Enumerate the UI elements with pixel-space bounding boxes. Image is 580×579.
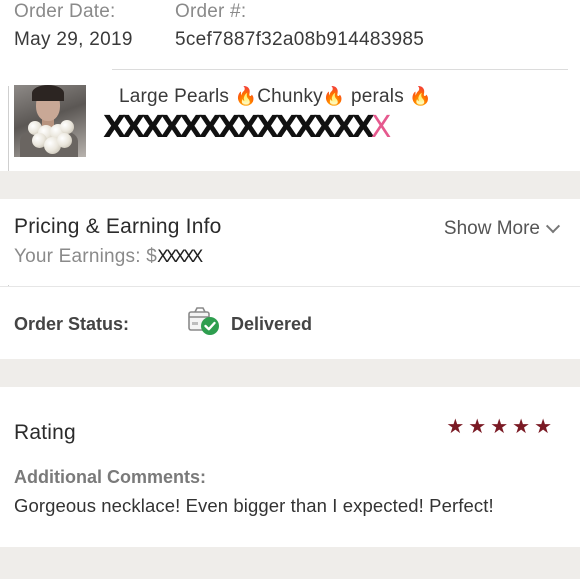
order-date-label: Order Date: (14, 1, 116, 22)
earnings-label: Your Earnings: $ (14, 246, 157, 267)
comments-label: Additional Comments: (14, 467, 206, 487)
product-thumbnail[interactable] (14, 85, 86, 157)
order-date-value: May 29, 2019 (14, 29, 133, 50)
fire-icon: 🔥 (322, 86, 346, 106)
product-title-part1: Large Pearls (119, 86, 235, 107)
order-number-value: 5cef7887f32a08b914483985 (175, 29, 425, 50)
header-divider (112, 69, 568, 70)
star-icon: ★ (512, 416, 531, 438)
rating-heading: Rating (14, 421, 76, 444)
fire-icon: 🔥 (234, 86, 258, 106)
rating-stars: ★ ★ ★ ★ ★ (446, 417, 552, 437)
redacted-description: XXXXXXXXXXXXXXX (103, 110, 391, 145)
fire-icon: 🔥 (409, 86, 433, 106)
order-header: Order Date: May 29, 2019 Order #: 5cef78… (0, 0, 580, 70)
rating-section: Rating Additional Comments: Gorgeous nec… (0, 387, 580, 547)
earnings-value: XXXXX (156, 247, 203, 267)
star-icon: ★ (446, 416, 465, 438)
section-separator (0, 359, 580, 387)
pricing-heading: Pricing & Earning Info (14, 215, 222, 238)
star-icon: ★ (468, 416, 487, 438)
comments-text: Gorgeous necklace! Even bigger than I ex… (14, 495, 494, 516)
show-more-label: Show More (443, 218, 540, 239)
show-more-button[interactable]: Show More (443, 218, 561, 240)
chevron-down-icon (545, 219, 561, 234)
star-icon: ★ (490, 416, 509, 438)
package-delivered-icon (188, 307, 219, 335)
product-title-part2: Chunky (257, 86, 323, 107)
redacted-marks: XXXXXXXXXXXXXX (103, 110, 375, 145)
order-status-value: Delivered (231, 314, 313, 334)
star-icon: ★ (534, 416, 552, 438)
redacted-tail: X (370, 110, 391, 145)
product-title[interactable]: Large Pearls 🔥Chunky🔥 perals 🔥 (119, 86, 432, 108)
section-separator (0, 547, 580, 579)
order-status-label: Order Status: (14, 314, 130, 334)
section-separator (0, 171, 580, 199)
order-number-label: Order #: (175, 1, 247, 22)
earnings-line: Your Earnings: $ XXXXX (14, 246, 203, 268)
product-title-part3: perals (345, 86, 410, 107)
order-status-section: Order Status: Delivered (0, 287, 580, 359)
pricing-section: Pricing & Earning Info Your Earnings: $ … (0, 199, 580, 285)
